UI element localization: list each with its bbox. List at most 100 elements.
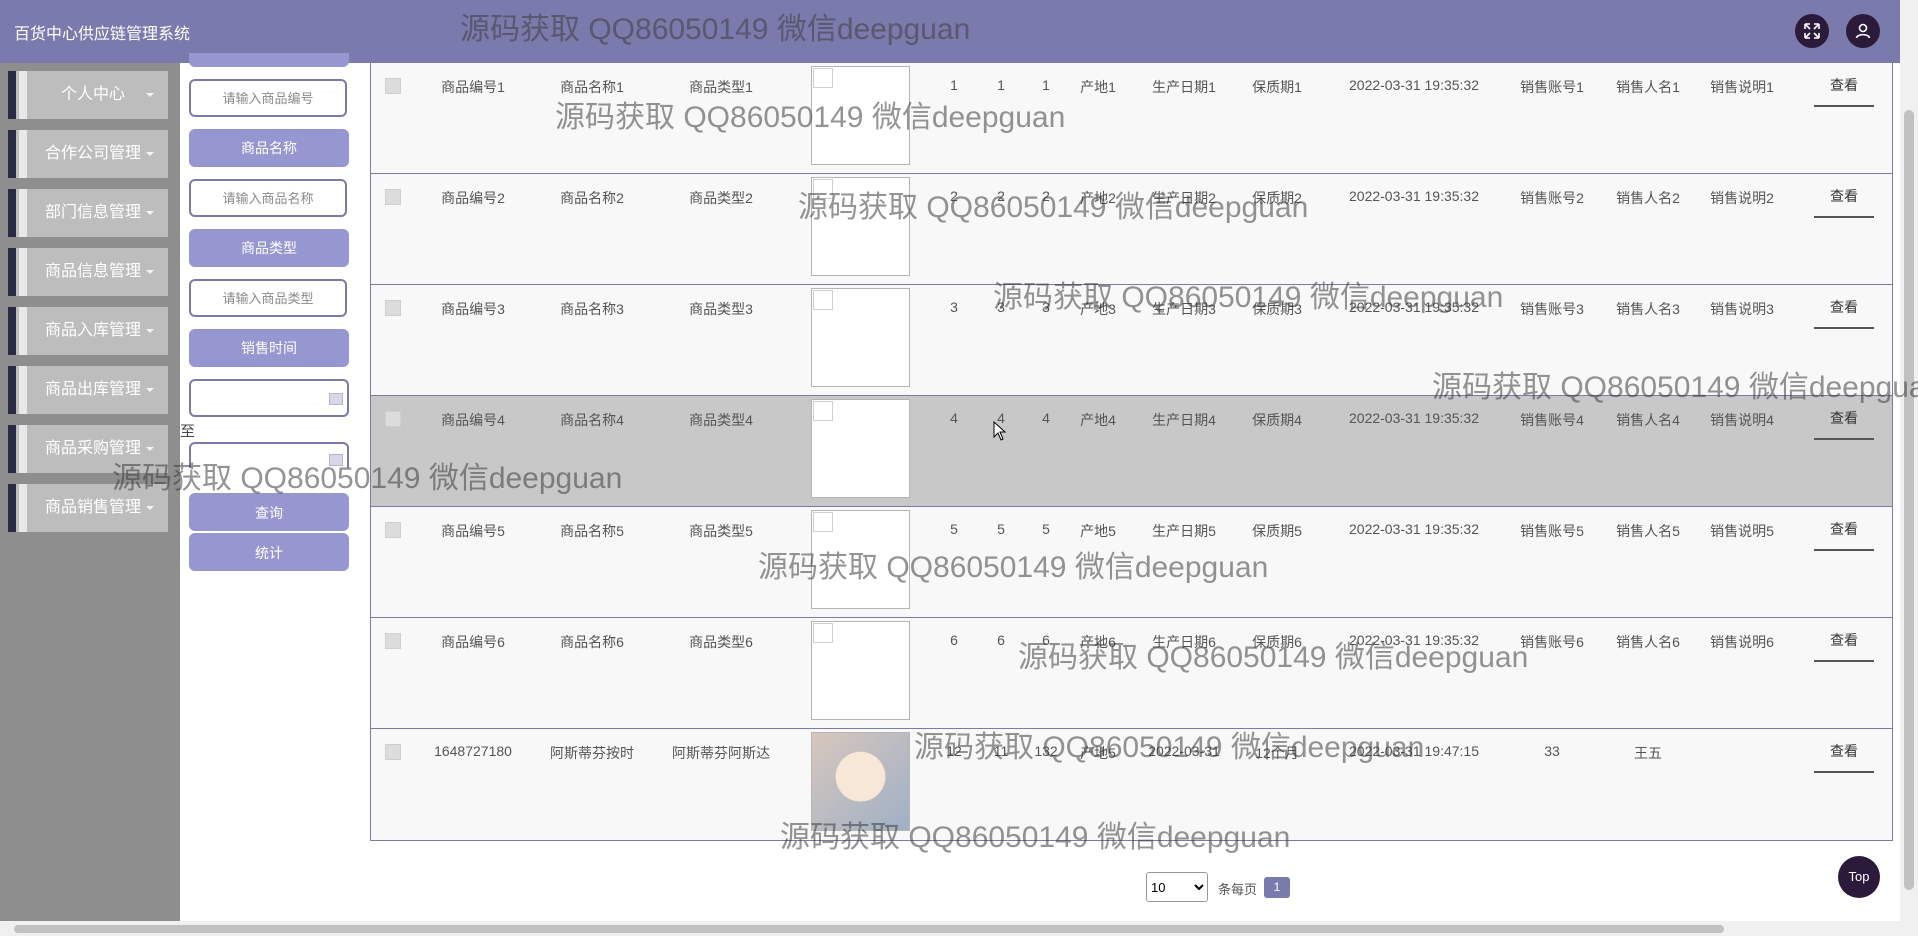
cell-shelf: 保质期1	[1252, 79, 1302, 95]
cell-origin: 产地4	[1080, 412, 1116, 428]
caret-down-icon	[146, 447, 154, 451]
page-size-select[interactable]: 10	[1146, 872, 1208, 902]
sidebar-item-label: 商品信息管理	[44, 263, 141, 280]
cell-note: 销售说明2	[1710, 190, 1774, 206]
sidebar-item-partner-company[interactable]: 合作公司管理	[8, 130, 168, 178]
user-avatar-icon[interactable]	[1846, 14, 1880, 48]
cell-n2: 5	[997, 521, 1005, 537]
cell-note: 销售说明3	[1710, 301, 1774, 317]
table-row[interactable]: 商品编号5 商品名称5 商品类型5 5 5 5 产地5 生产日期5 保质期5 2022-03-31…	[371, 507, 1892, 618]
back-to-top-button[interactable]: Top	[1838, 856, 1880, 898]
row-checkbox[interactable]	[385, 189, 401, 205]
query-button[interactable]: 查询	[189, 493, 349, 531]
fullscreen-icon[interactable]	[1795, 14, 1829, 48]
view-button[interactable]: 查看	[1814, 297, 1874, 329]
row-checkbox[interactable]	[385, 522, 401, 538]
view-button[interactable]: 查看	[1814, 186, 1874, 218]
table-row[interactable]: 商品编号3 商品名称3 商品类型3 3 3 3 产地3 生产日期3 保质期3 2022-03-31…	[371, 285, 1892, 396]
sidebar-item-product-info[interactable]: 商品信息管理	[8, 248, 168, 296]
table-row[interactable]: 商品编号6 商品名称6 商品类型6 6 6 6 产地6 生产日期6 保质期6 2022-03-31…	[371, 618, 1892, 729]
cell-time: 2022-03-31 19:35:32	[1349, 521, 1479, 537]
cell-n2: 11	[993, 743, 1009, 759]
cell-n1: 2	[950, 188, 958, 204]
product-name-input[interactable]	[189, 179, 347, 217]
cell-mfg: 生产日期2	[1152, 190, 1216, 206]
sidebar-item-label: 商品出库管理	[44, 381, 141, 398]
view-button[interactable]: 查看	[1814, 75, 1874, 107]
cell-note: 销售说明4	[1710, 412, 1774, 428]
sidebar-item-department[interactable]: 部门信息管理	[8, 189, 168, 237]
cell-name: 阿斯蒂芬按时	[550, 745, 634, 761]
sales-table: 商品编号1 商品名称1 商品类型1 1 1 1 产地1 生产日期1 保质期1 2022-03-31…	[370, 63, 1893, 841]
cell-person: 销售人名6	[1616, 634, 1680, 650]
table-row[interactable]: 商品编号1 商品名称1 商品类型1 1 1 1 产地1 生产日期1 保质期1 2022-03-31…	[371, 63, 1892, 174]
cell-shelf: 保质期6	[1252, 634, 1302, 650]
sidebar-item-purchase[interactable]: 商品采购管理	[8, 425, 168, 473]
stats-button[interactable]: 统计	[189, 533, 349, 571]
view-button[interactable]: 查看	[1814, 741, 1874, 773]
caret-down-icon	[146, 329, 154, 333]
cell-account: 销售账号3	[1520, 301, 1584, 317]
calendar-icon[interactable]	[329, 393, 343, 405]
caret-down-icon	[146, 506, 154, 510]
cell-n2: 1	[997, 77, 1005, 93]
cell-n3: 5	[1042, 521, 1050, 537]
sidebar-item-label: 合作公司管理	[44, 145, 141, 162]
row-checkbox[interactable]	[385, 300, 401, 316]
cell-origin: 产地5	[1080, 745, 1116, 761]
sidebar-item-sales[interactable]: 商品销售管理	[8, 484, 168, 532]
cell-name: 商品名称1	[560, 79, 624, 95]
cell-code: 商品编号4	[441, 412, 505, 428]
horizontal-scroll-thumb[interactable]	[14, 925, 1724, 933]
cell-note: 销售说明1	[1710, 79, 1774, 95]
cell-n2: 3	[997, 299, 1005, 315]
horizontal-scrollbar[interactable]	[0, 921, 1900, 936]
caret-down-icon	[146, 152, 154, 156]
cell-type: 商品类型5	[689, 523, 753, 539]
cell-type: 阿斯蒂芬阿斯达	[672, 745, 770, 761]
calendar-icon[interactable]	[329, 454, 343, 466]
cell-name: 商品名称4	[560, 412, 624, 428]
vertical-scrollbar[interactable]	[1900, 0, 1918, 936]
sale-time-end-input[interactable]	[189, 442, 349, 468]
page-number-current[interactable]: 1	[1264, 877, 1290, 898]
row-checkbox[interactable]	[385, 744, 401, 760]
row-checkbox[interactable]	[385, 78, 401, 94]
sidebar-item-stock-out[interactable]: 商品出库管理	[8, 366, 168, 414]
view-button[interactable]: 查看	[1814, 408, 1874, 440]
cell-name: 商品名称2	[560, 190, 624, 206]
row-checkbox[interactable]	[385, 633, 401, 649]
sidebar-item-personal-center[interactable]: 个人中心	[8, 71, 168, 119]
search-panel: 商品名称 商品类型 销售时间 至 查询 统计	[180, 53, 370, 921]
sale-time-start-input[interactable]	[189, 379, 349, 417]
row-checkbox[interactable]	[385, 411, 401, 427]
cell-person: 王五	[1634, 745, 1662, 761]
view-button[interactable]: 查看	[1814, 630, 1874, 662]
cell-type: 商品类型3	[689, 301, 753, 317]
filter-label-cutoff	[189, 53, 349, 67]
cell-time: 2022-03-31 19:35:32	[1349, 410, 1479, 426]
table-row[interactable]: 商品编号4 商品名称4 商品类型4 4 4 4 产地4 生产日期4 保质期4 2022-03-31…	[371, 396, 1892, 507]
cell-shelf: 12个月	[1255, 745, 1299, 761]
cell-n3: 2	[1042, 188, 1050, 204]
cell-person: 销售人名2	[1616, 190, 1680, 206]
cell-mfg: 2022-03-31	[1148, 743, 1220, 759]
cell-n3: 4	[1042, 410, 1050, 426]
product-code-input[interactable]	[189, 79, 347, 117]
cell-mfg: 生产日期1	[1152, 79, 1216, 95]
product-type-input[interactable]	[189, 279, 347, 317]
cell-mfg: 生产日期5	[1152, 523, 1216, 539]
cell-code: 1648727180	[434, 743, 512, 759]
sidebar: 个人中心 合作公司管理 部门信息管理 商品信息管理 商品入库管理 商品出库管理 …	[0, 63, 180, 921]
sale-time-label: 销售时间	[189, 329, 349, 367]
vertical-scroll-thumb[interactable]	[1904, 110, 1914, 890]
cell-account: 销售账号6	[1520, 634, 1584, 650]
cell-n3: 6	[1042, 632, 1050, 648]
cell-code: 商品编号3	[441, 301, 505, 317]
cell-note: 销售说明5	[1710, 523, 1774, 539]
view-button[interactable]: 查看	[1814, 519, 1874, 551]
cell-n1: 12	[946, 743, 962, 759]
table-row[interactable]: 商品编号2 商品名称2 商品类型2 2 2 2 产地2 生产日期2 保质期2 2022-03-31…	[371, 174, 1892, 285]
sidebar-item-stock-in[interactable]: 商品入库管理	[8, 307, 168, 355]
table-row[interactable]: 1648727180 阿斯蒂芬按时 阿斯蒂芬阿斯达 12 11 132 产地5 2022-03…	[371, 729, 1892, 840]
